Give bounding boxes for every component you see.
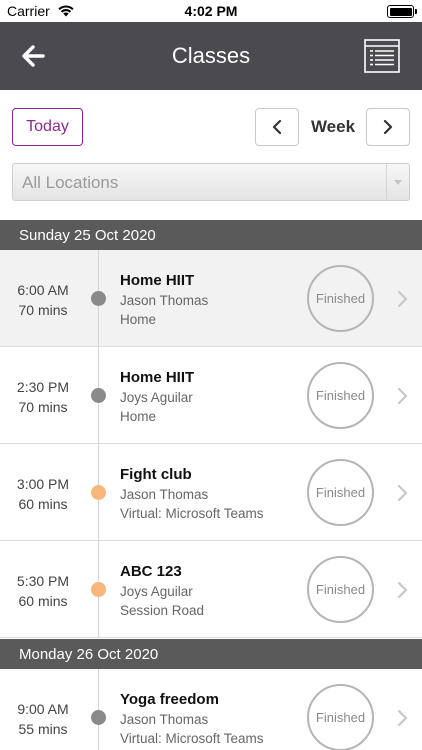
day-header-sunday: Sunday 25 Oct 2020 [0,220,422,250]
class-time: 5:30 PM [16,573,70,589]
class-instructor: Jason Thomas [120,712,209,727]
dropdown-arrow-icon [386,164,409,200]
class-name: Home HIIT [120,369,195,386]
chevron-right-icon [397,484,408,502]
status-badge: Finished [307,556,374,623]
class-time: 6:00 AM [17,282,69,298]
class-time: 2:30 PM [16,379,70,395]
chevron-left-icon [272,119,282,135]
class-time-block: 6:00 AM 70 mins [0,280,86,320]
previous-week-button[interactable] [255,108,299,146]
period-label: Week [310,117,356,136]
class-name: Fight club [120,466,192,483]
location-value: All Locations [22,173,119,192]
class-time-block: 3:00 PM 60 mins [0,474,86,514]
class-row[interactable]: 5:30 PM 60 mins ABC 123 Joys Aguilar Ses… [0,541,422,638]
status-badge: Finished [307,362,374,429]
class-name: Home HIIT [120,272,195,289]
timeline-dot [91,582,106,597]
status-badge: Finished [307,459,374,526]
class-row[interactable]: 2:30 PM 70 mins Home HIIT Joys Aguilar H… [0,347,422,444]
list-icon [364,39,400,73]
class-location: Virtual: Microsoft Teams [120,731,264,746]
timeline-dot [91,291,106,306]
class-location: Home [120,312,157,327]
page-title: Classes [171,43,251,68]
status-badge: Finished [307,684,374,750]
timeline-dot [91,388,106,403]
class-duration: 60 mins [18,593,68,609]
class-row[interactable]: 3:00 PM 60 mins Fight club Jason Thomas … [0,444,422,541]
class-instructor: Joys Aguilar [120,390,193,405]
chevron-right-icon [397,581,408,599]
status-time: 4:02 PM [184,3,238,19]
chevron-right-icon [397,387,408,405]
class-duration: 60 mins [18,496,68,512]
header-bar: Classes [0,22,422,90]
timeline-dot [91,710,106,725]
class-duration: 70 mins [18,399,68,415]
class-location: Virtual: Microsoft Teams [120,506,264,521]
class-instructor: Jason Thomas [120,293,209,308]
class-time-block: 9:00 AM 55 mins [0,699,86,739]
list-view-button[interactable] [364,39,400,73]
class-time-block: 5:30 PM 60 mins [0,571,86,611]
class-info: ABC 123 Joys Aguilar Session Road [120,562,300,620]
chevron-right-icon [397,709,408,727]
class-location: Home [120,409,157,424]
class-info: Yoga freedom Jason Thomas Virtual: Micro… [120,690,300,748]
class-info: Home HIIT Joys Aguilar Home [120,368,300,426]
class-time: 9:00 AM [17,701,69,717]
class-name: ABC 123 [120,563,182,580]
class-row[interactable]: 9:00 AM 55 mins Yoga freedom Jason Thoma… [0,669,422,750]
next-week-button[interactable] [366,108,410,146]
chevron-right-icon [397,290,408,308]
class-instructor: Jason Thomas [120,487,209,502]
chevron-right-icon [383,119,393,135]
class-info: Fight club Jason Thomas Virtual: Microso… [120,465,300,523]
status-bar: Carrier 4:02 PM [0,0,422,22]
class-name: Yoga freedom [120,691,219,708]
status-badge: Finished [307,265,374,332]
today-button[interactable]: Today [12,108,83,146]
class-time-block: 2:30 PM 70 mins [0,377,86,417]
day-header-monday: Monday 26 Oct 2020 [0,639,422,669]
filter-bar: Today Week All Locations [0,90,422,220]
class-duration: 70 mins [18,302,68,318]
class-instructor: Joys Aguilar [120,584,193,599]
class-time: 3:00 PM [16,476,70,492]
class-row[interactable]: 6:00 AM 70 mins Home HIIT Jason Thomas H… [0,250,422,347]
class-info: Home HIIT Jason Thomas Home [120,271,300,329]
battery-icon [387,5,417,18]
timeline-dot [91,485,106,500]
class-duration: 55 mins [18,721,68,737]
location-dropdown[interactable]: All Locations [12,163,410,201]
class-location: Session Road [120,603,205,618]
